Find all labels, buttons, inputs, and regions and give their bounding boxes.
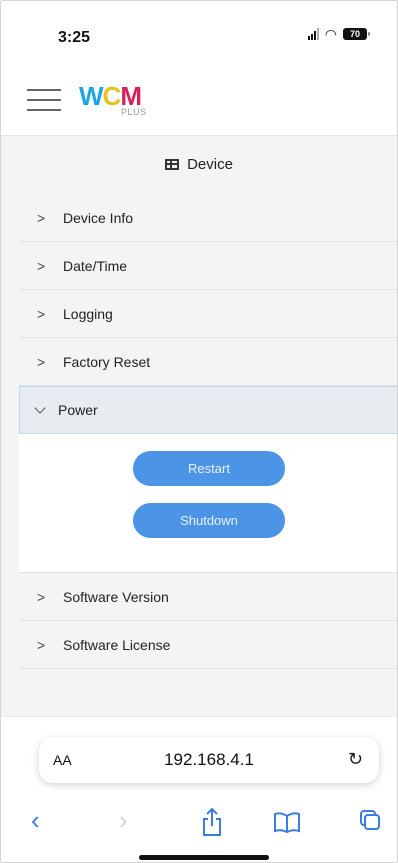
menu-item-power[interactable]: Power bbox=[19, 386, 397, 434]
chevron-right-icon bbox=[19, 258, 63, 274]
menu-item-software-version[interactable]: Software Version bbox=[19, 573, 397, 621]
table-icon bbox=[165, 158, 180, 170]
signal-icon bbox=[307, 28, 319, 40]
address-bar[interactable]: AA 192.168.4.1 ↻ bbox=[39, 737, 379, 783]
menu-icon[interactable] bbox=[27, 87, 61, 113]
menu-item-device-info[interactable]: Device Info bbox=[19, 194, 397, 242]
chevron-right-icon bbox=[19, 354, 63, 370]
wifi-icon: ◠ bbox=[324, 26, 337, 42]
power-panel: Restart Shutdown bbox=[19, 434, 397, 573]
share-icon[interactable] bbox=[201, 807, 223, 837]
menu-item-label: Device Info bbox=[63, 209, 134, 226]
browser-bar: AA 192.168.4.1 ↻ ‹ › bbox=[1, 716, 397, 862]
menu-item-label: Software License bbox=[63, 636, 171, 653]
phone-screen: 3:25 ◠ 70 WCM PLUS Device Device bbox=[0, 0, 398, 863]
chevron-right-icon bbox=[19, 306, 63, 322]
logo-letter-w: W bbox=[79, 81, 104, 111]
menu-item-date-time[interactable]: Date/Time bbox=[19, 242, 397, 290]
page-title: Device bbox=[1, 136, 397, 192]
back-icon[interactable]: ‹ bbox=[31, 805, 40, 835]
device-page: Device Device Info Date/Time Logging Fac… bbox=[1, 136, 397, 716]
menu-item-label: Software Version bbox=[63, 588, 169, 605]
status-bar: 3:25 ◠ 70 bbox=[1, 1, 397, 61]
menu-item-label: Power bbox=[58, 402, 98, 418]
shutdown-button[interactable]: Shutdown bbox=[133, 503, 285, 538]
restart-button[interactable]: Restart bbox=[133, 451, 285, 486]
app-header: WCM PLUS bbox=[1, 65, 397, 136]
device-menu: Device Info Date/Time Logging Factory Re… bbox=[19, 194, 397, 669]
reload-icon[interactable]: ↻ bbox=[348, 749, 363, 770]
battery-icon: 70 bbox=[343, 28, 370, 40]
browser-toolbar: ‹ › bbox=[1, 805, 397, 839]
text-size-button[interactable]: AA bbox=[53, 752, 72, 768]
wcm-plus-logo[interactable]: WCM PLUS bbox=[79, 82, 169, 122]
chevron-right-icon bbox=[19, 589, 63, 605]
chevron-right-icon bbox=[19, 637, 63, 653]
tabs-icon[interactable] bbox=[359, 809, 381, 831]
menu-item-logging[interactable]: Logging bbox=[19, 290, 397, 338]
logo-letter-c: C bbox=[102, 81, 122, 111]
menu-item-label: Date/Time bbox=[63, 257, 128, 274]
bookmarks-icon[interactable] bbox=[273, 811, 301, 833]
menu-item-label: Logging bbox=[63, 305, 113, 322]
home-indicator bbox=[139, 855, 269, 860]
battery-level: 70 bbox=[349, 29, 360, 39]
forward-icon[interactable]: › bbox=[119, 805, 128, 835]
page-title-text: Device bbox=[187, 155, 233, 173]
url-text[interactable]: 192.168.4.1 bbox=[39, 750, 379, 770]
chevron-right-icon bbox=[19, 210, 63, 226]
status-time: 3:25 bbox=[58, 29, 91, 46]
menu-item-factory-reset[interactable]: Factory Reset bbox=[19, 338, 397, 386]
menu-item-label: Factory Reset bbox=[63, 353, 151, 370]
menu-item-software-license[interactable]: Software License bbox=[19, 621, 397, 669]
status-icons: ◠ 70 bbox=[307, 26, 370, 42]
chevron-down-icon bbox=[20, 402, 58, 418]
logo-subtitle: PLUS bbox=[121, 107, 147, 117]
